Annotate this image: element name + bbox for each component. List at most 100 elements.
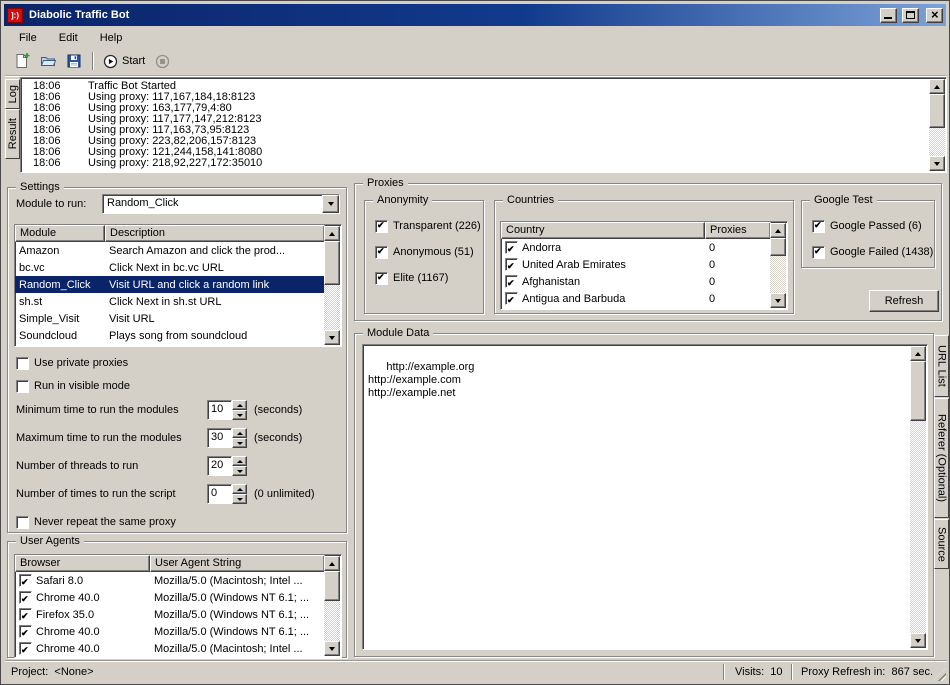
useragent-row[interactable]: Chrome 40.0Mozilla/5.0 (Windows NT 6.1; … bbox=[15, 589, 325, 606]
scroll-thumb[interactable] bbox=[324, 571, 340, 601]
column-header-proxies[interactable]: Proxies bbox=[705, 222, 771, 239]
scroll-down-icon[interactable] bbox=[929, 156, 945, 171]
scroll-up-icon[interactable] bbox=[770, 223, 786, 238]
maximize-button[interactable] bbox=[902, 8, 919, 23]
tab-url-list[interactable]: URL List bbox=[934, 335, 949, 397]
column-header-country[interactable]: Country bbox=[501, 222, 705, 239]
module-row[interactable]: SoundcloudPlays song from soundcloud bbox=[15, 327, 325, 344]
module-data-textarea[interactable]: http://example.org http://example.com ht… bbox=[362, 344, 928, 650]
useragent-row[interactable]: Chrome 40.0Mozilla/5.0 (Macintosh; Intel… bbox=[15, 640, 325, 657]
never-repeat-proxy-option[interactable]: Never repeat the same proxy bbox=[16, 515, 176, 529]
open-project-button[interactable] bbox=[36, 50, 60, 72]
anonymity-option-anonymous[interactable]: Anonymous (51) bbox=[375, 245, 474, 259]
useragent-row[interactable]: Firefox 35.0Mozilla/5.0 (Windows NT 6.1;… bbox=[15, 606, 325, 623]
use-private-proxies-option[interactable]: Use private proxies bbox=[16, 356, 128, 370]
spinner-down-icon[interactable] bbox=[232, 438, 247, 448]
useragent-checkbox[interactable] bbox=[19, 625, 32, 638]
scroll-up-icon[interactable] bbox=[929, 79, 945, 94]
new-project-button[interactable] bbox=[10, 50, 34, 72]
google-failed-option[interactable]: Google Failed (1438) bbox=[812, 245, 933, 259]
status-divider bbox=[791, 664, 793, 680]
useragent-checkbox[interactable] bbox=[19, 642, 32, 655]
useragent-row[interactable]: Chrome 40.0Mozilla/5.0 (Windows NT 6.1; … bbox=[15, 623, 325, 640]
run-visible-mode-checkbox[interactable] bbox=[16, 380, 29, 393]
menu-help[interactable]: Help bbox=[90, 29, 133, 46]
country-row[interactable]: Antigua and Barbuda0 bbox=[501, 290, 771, 307]
start-button[interactable]: Start bbox=[100, 50, 148, 72]
country-row[interactable]: Andorra0 bbox=[501, 239, 771, 256]
spinner-up-icon[interactable] bbox=[232, 456, 247, 466]
module-row[interactable]: bc.vcClick Next in bc.vc URL bbox=[15, 259, 325, 276]
scroll-down-icon[interactable] bbox=[324, 330, 340, 345]
log-scrollbar[interactable] bbox=[929, 79, 945, 171]
spinner-down-icon[interactable] bbox=[232, 494, 247, 504]
modules-scrollbar[interactable] bbox=[324, 226, 340, 345]
user-agents-scrollbar[interactable] bbox=[324, 556, 340, 656]
combobox-dropdown-icon[interactable] bbox=[322, 195, 339, 213]
tab-log[interactable]: Log bbox=[5, 79, 20, 109]
run-visible-mode-option[interactable]: Run in visible mode bbox=[16, 379, 130, 393]
max-time-spinner[interactable]: 30 bbox=[207, 428, 247, 448]
google-passed-checkbox[interactable] bbox=[812, 220, 825, 233]
menu-file[interactable]: File bbox=[9, 29, 47, 46]
useragent-checkbox[interactable] bbox=[19, 608, 32, 621]
spinner-up-icon[interactable] bbox=[232, 428, 247, 438]
scroll-down-icon[interactable] bbox=[910, 633, 926, 648]
column-header-ua-string[interactable]: User Agent String bbox=[150, 555, 325, 572]
spinner-up-icon[interactable] bbox=[232, 400, 247, 410]
column-header-description[interactable]: Description bbox=[105, 225, 325, 242]
threads-spinner[interactable]: 20 bbox=[207, 456, 247, 476]
close-button[interactable] bbox=[926, 8, 943, 23]
module-data-scrollbar[interactable] bbox=[910, 346, 926, 648]
tab-source[interactable]: Source bbox=[934, 519, 949, 569]
run-times-spinner[interactable]: 0 bbox=[207, 484, 247, 504]
minimize-button[interactable] bbox=[880, 8, 897, 23]
module-to-run-combobox[interactable]: Random_Click bbox=[102, 194, 340, 214]
min-time-spinner[interactable]: 10 bbox=[207, 400, 247, 420]
save-project-button[interactable] bbox=[62, 50, 86, 72]
useragent-checkbox[interactable] bbox=[19, 591, 32, 604]
tab-result[interactable]: Result bbox=[5, 109, 20, 159]
scroll-thumb[interactable] bbox=[770, 238, 786, 256]
country-checkbox[interactable] bbox=[505, 241, 518, 254]
elite-checkbox[interactable] bbox=[375, 272, 388, 285]
useragent-checkbox[interactable] bbox=[19, 574, 32, 587]
never-repeat-proxy-checkbox[interactable] bbox=[16, 516, 29, 529]
anonymous-checkbox[interactable] bbox=[375, 246, 388, 259]
use-private-proxies-checkbox[interactable] bbox=[16, 357, 29, 370]
refresh-button[interactable]: Refresh bbox=[869, 290, 939, 312]
module-row[interactable]: AmazonSearch Amazon and click the prod..… bbox=[15, 242, 325, 259]
spinner-down-icon[interactable] bbox=[232, 466, 247, 476]
country-row[interactable]: Afghanistan0 bbox=[501, 273, 771, 290]
scroll-down-icon[interactable] bbox=[770, 293, 786, 308]
resize-grip[interactable] bbox=[933, 668, 946, 681]
country-checkbox[interactable] bbox=[505, 275, 518, 288]
tab-referer-optional[interactable]: Referer (Optional) bbox=[934, 398, 949, 518]
country-row[interactable]: United Arab Emirates0 bbox=[501, 256, 771, 273]
scroll-up-icon[interactable] bbox=[324, 226, 340, 241]
useragent-row[interactable]: Safari 8.0Mozilla/5.0 (Macintosh; Intel … bbox=[15, 572, 325, 589]
scroll-up-icon[interactable] bbox=[910, 346, 926, 361]
google-passed-option[interactable]: Google Passed (6) bbox=[812, 219, 922, 233]
country-checkbox[interactable] bbox=[505, 258, 518, 271]
anonymity-option-elite[interactable]: Elite (1167) bbox=[375, 271, 448, 285]
min-time-suffix: (seconds) bbox=[254, 400, 302, 420]
module-row[interactable]: Simple_VisitVisit URL bbox=[15, 310, 325, 327]
column-header-module[interactable]: Module bbox=[15, 225, 105, 242]
scroll-thumb[interactable] bbox=[324, 241, 340, 285]
scroll-thumb[interactable] bbox=[929, 94, 945, 128]
anonymity-option-transparent[interactable]: Transparent (226) bbox=[375, 219, 481, 233]
google-failed-checkbox[interactable] bbox=[812, 246, 825, 259]
countries-scrollbar[interactable] bbox=[770, 223, 786, 308]
spinner-down-icon[interactable] bbox=[232, 410, 247, 420]
module-row[interactable]: sh.stClick Next in sh.st URL bbox=[15, 293, 325, 310]
scroll-down-icon[interactable] bbox=[324, 641, 340, 656]
transparent-checkbox[interactable] bbox=[375, 220, 388, 233]
scroll-up-icon[interactable] bbox=[324, 556, 340, 571]
spinner-up-icon[interactable] bbox=[232, 484, 247, 494]
scroll-thumb[interactable] bbox=[910, 361, 926, 421]
menu-edit[interactable]: Edit bbox=[49, 29, 88, 46]
country-checkbox[interactable] bbox=[505, 292, 518, 305]
column-header-browser[interactable]: Browser bbox=[15, 555, 150, 572]
module-row-selected[interactable]: Random_ClickVisit URL and click a random… bbox=[15, 276, 325, 293]
